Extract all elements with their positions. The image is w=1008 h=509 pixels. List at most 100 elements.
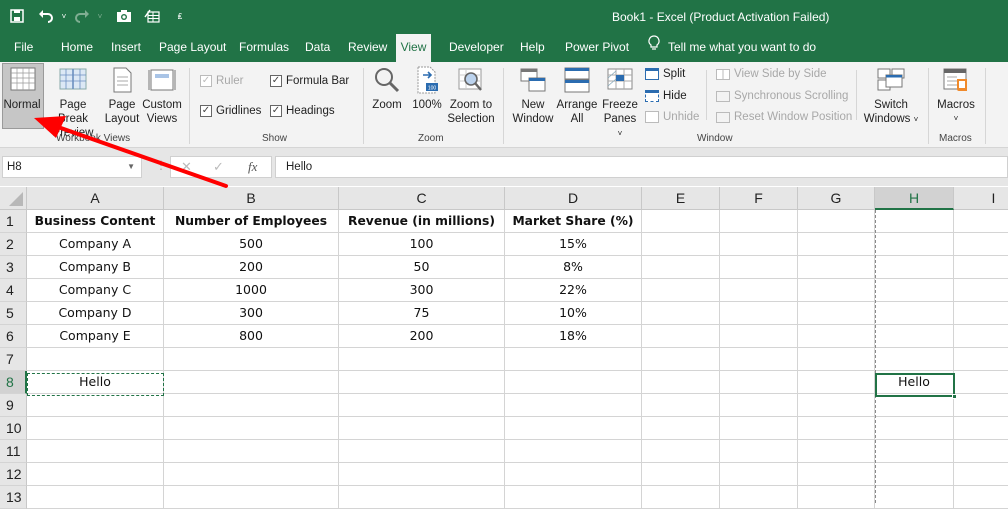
cell-d12[interactable] — [505, 463, 642, 486]
row-header-6[interactable]: 6 — [0, 325, 27, 348]
cell-c4[interactable]: 300 — [339, 279, 505, 302]
cell-h13[interactable] — [875, 486, 954, 509]
cell-g5[interactable] — [798, 302, 875, 325]
cell-f12[interactable] — [720, 463, 798, 486]
cell-i12[interactable] — [954, 463, 1008, 486]
cell-a4[interactable]: Company C — [27, 279, 164, 302]
cell-c11[interactable] — [339, 440, 505, 463]
row-header-13[interactable]: 13 — [0, 486, 27, 509]
cell-i4[interactable] — [954, 279, 1008, 302]
formula-bar-checkbox[interactable]: ✓ Formula Bar — [270, 75, 349, 87]
tab-power-pivot[interactable]: Power Pivot — [565, 34, 629, 62]
resize-handle-icon[interactable]: ⋮ — [155, 158, 167, 172]
column-header-i[interactable]: I — [954, 187, 1008, 210]
switch-windows-button[interactable]: Switch Windows ˅ — [862, 64, 920, 127]
column-header-g[interactable]: G — [798, 187, 875, 210]
cell-i3[interactable] — [954, 256, 1008, 279]
cell-g8[interactable] — [798, 371, 875, 394]
cell-g13[interactable] — [798, 486, 875, 509]
cell-g10[interactable] — [798, 417, 875, 440]
column-header-c[interactable]: C — [339, 187, 505, 210]
cell-e9[interactable] — [642, 394, 720, 417]
column-header-a[interactable]: A — [27, 187, 164, 210]
cell-e6[interactable] — [642, 325, 720, 348]
cell-g2[interactable] — [798, 233, 875, 256]
page-layout-view-button[interactable]: Page Layout — [104, 64, 140, 126]
select-all-button[interactable] — [0, 187, 27, 210]
form-icon[interactable] — [144, 6, 160, 26]
cell-a13[interactable] — [27, 486, 164, 509]
tab-review[interactable]: Review — [348, 34, 387, 62]
cell-i7[interactable] — [954, 348, 1008, 371]
cell-h1[interactable] — [875, 210, 954, 233]
cell-h11[interactable] — [875, 440, 954, 463]
undo-dropdown-icon[interactable]: ˅ — [60, 6, 68, 26]
cell-e11[interactable] — [642, 440, 720, 463]
cell-a1[interactable]: Business Content — [27, 210, 164, 233]
cell-c13[interactable] — [339, 486, 505, 509]
cell-i13[interactable] — [954, 486, 1008, 509]
cell-c3[interactable]: 50 — [339, 256, 505, 279]
cell-f8[interactable] — [720, 371, 798, 394]
cell-e13[interactable] — [642, 486, 720, 509]
cell-h6[interactable] — [875, 325, 954, 348]
cell-h7[interactable] — [875, 348, 954, 371]
tab-file[interactable]: File — [14, 34, 33, 62]
row-header-4[interactable]: 4 — [0, 279, 27, 302]
normal-view-button[interactable]: Normal — [2, 63, 44, 129]
cell-e5[interactable] — [642, 302, 720, 325]
cell-d2[interactable]: 15% — [505, 233, 642, 256]
row-header-9[interactable]: 9 — [0, 394, 27, 417]
cell-g11[interactable] — [798, 440, 875, 463]
cell-h9[interactable] — [875, 394, 954, 417]
hide-button[interactable]: Hide — [645, 90, 687, 102]
cell-b5[interactable]: 300 — [164, 302, 339, 325]
cell-i11[interactable] — [954, 440, 1008, 463]
cell-f7[interactable] — [720, 348, 798, 371]
cell-b6[interactable]: 800 — [164, 325, 339, 348]
cell-b1[interactable]: Number of Employees — [164, 210, 339, 233]
row-header-5[interactable]: 5 — [0, 302, 27, 325]
tell-me-search[interactable]: Tell me what you want to do — [648, 34, 816, 62]
cell-b11[interactable] — [164, 440, 339, 463]
cell-i8[interactable] — [954, 371, 1008, 394]
row-header-1[interactable]: 1 — [0, 210, 27, 233]
cell-d5[interactable]: 10% — [505, 302, 642, 325]
cell-f1[interactable] — [720, 210, 798, 233]
row-header-10[interactable]: 10 — [0, 417, 27, 440]
cell-d13[interactable] — [505, 486, 642, 509]
cell-f6[interactable] — [720, 325, 798, 348]
column-header-e[interactable]: E — [642, 187, 720, 210]
cell-f2[interactable] — [720, 233, 798, 256]
custom-views-button[interactable]: Custom Views — [141, 64, 183, 126]
cell-f11[interactable] — [720, 440, 798, 463]
cell-d11[interactable] — [505, 440, 642, 463]
row-header-11[interactable]: 11 — [0, 440, 27, 463]
tab-view[interactable]: View — [396, 34, 431, 62]
cell-i2[interactable] — [954, 233, 1008, 256]
headings-checkbox[interactable]: ✓ Headings — [270, 105, 335, 117]
cell-f13[interactable] — [720, 486, 798, 509]
cell-a3[interactable]: Company B — [27, 256, 164, 279]
cell-a5[interactable]: Company D — [27, 302, 164, 325]
cell-h5[interactable] — [875, 302, 954, 325]
cell-e1[interactable] — [642, 210, 720, 233]
cell-e8[interactable] — [642, 371, 720, 394]
cell-d8[interactable] — [505, 371, 642, 394]
cell-c10[interactable] — [339, 417, 505, 440]
cell-i6[interactable] — [954, 325, 1008, 348]
cell-e3[interactable] — [642, 256, 720, 279]
cell-h2[interactable] — [875, 233, 954, 256]
tab-developer[interactable]: Developer — [449, 34, 504, 62]
cell-e2[interactable] — [642, 233, 720, 256]
cell-i9[interactable] — [954, 394, 1008, 417]
arrange-all-button[interactable]: Arrange All — [556, 64, 598, 126]
chevron-down-icon[interactable]: ▼ — [127, 157, 135, 177]
cell-f10[interactable] — [720, 417, 798, 440]
row-header-12[interactable]: 12 — [0, 463, 27, 486]
macros-button[interactable]: Macros ˅ — [934, 64, 978, 126]
cell-f4[interactable] — [720, 279, 798, 302]
cell-b2[interactable]: 500 — [164, 233, 339, 256]
cell-d10[interactable] — [505, 417, 642, 440]
column-header-f[interactable]: F — [720, 187, 798, 210]
